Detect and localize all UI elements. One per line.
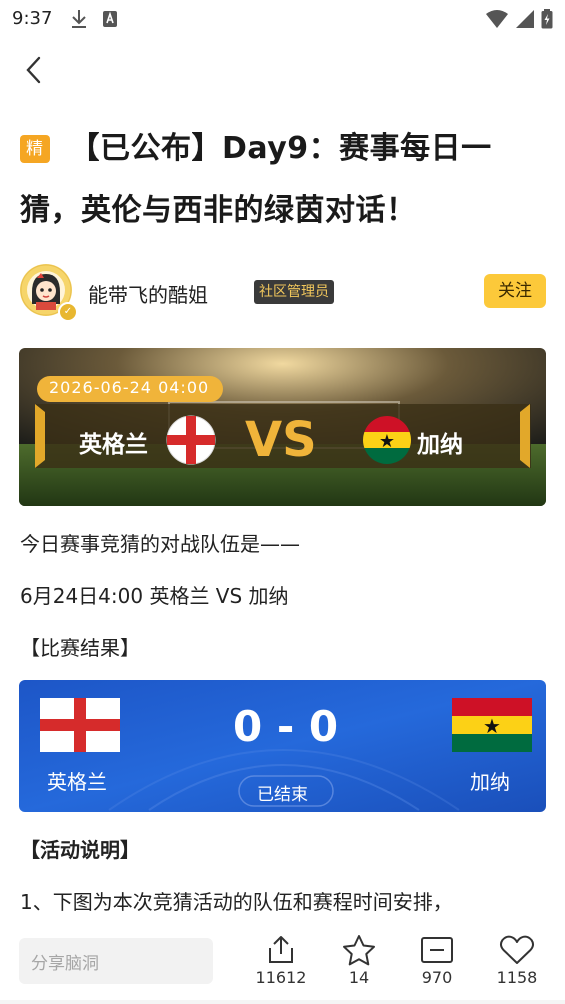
score-value: 0 - 0 xyxy=(233,702,339,751)
featured-badge: 精 xyxy=(20,135,50,163)
download-icon xyxy=(70,9,88,33)
score-card: ★ 英格兰 0 - 0 已结束 加纳 xyxy=(19,680,546,812)
status-bar: 9:37 xyxy=(0,0,565,38)
score-status: 已结束 xyxy=(257,785,308,805)
england-flag-icon xyxy=(166,415,216,465)
post-title-text: 【已公布】Day9：赛事每日一猜，英伦与西非的绿茵对话！ xyxy=(20,131,492,228)
match-banner-image: ★ 2026-06-24 04:00 英格兰 VS 加纳 xyxy=(19,348,546,506)
comment-placeholder: 分享脑洞 xyxy=(31,954,99,974)
comment-count: 970 xyxy=(421,968,453,987)
chevron-left-icon xyxy=(26,56,41,84)
comment-input[interactable]: 分享脑洞 xyxy=(19,938,213,984)
ghana-flag-icon: ★ xyxy=(452,698,532,752)
nav-gesture-area xyxy=(0,1000,565,1004)
app-notification-icon xyxy=(102,10,118,32)
score-team-home: 英格兰 xyxy=(47,770,107,794)
banner-datetime: 2026-06-24 04:00 xyxy=(49,378,210,397)
author-name[interactable]: 能带飞的酷姐 xyxy=(88,279,208,308)
activity-heading: 【活动说明】 xyxy=(20,838,140,862)
result-heading: 【比赛结果】 xyxy=(20,636,140,660)
score-team-away: 加纳 xyxy=(470,770,510,794)
favorite-count: 14 xyxy=(348,968,370,987)
battery-icon xyxy=(541,9,553,33)
banner-vs: VS xyxy=(245,412,317,468)
svg-text:★: ★ xyxy=(379,431,395,452)
star-icon xyxy=(343,935,375,966)
signal-icon xyxy=(515,9,535,33)
bottom-action-bar: 分享脑洞 11612 14 970 1158 xyxy=(0,920,565,1004)
svg-text:★: ★ xyxy=(483,714,501,738)
status-time: 9:37 xyxy=(12,8,53,29)
banner-team-home: 英格兰 xyxy=(79,432,148,458)
verified-icon: ✓ xyxy=(58,302,78,322)
share-icon xyxy=(269,936,293,963)
avatar[interactable]: ✓ xyxy=(20,264,78,322)
back-button[interactable] xyxy=(18,54,48,86)
share-button[interactable]: 11612 xyxy=(246,934,316,987)
like-button[interactable]: 1158 xyxy=(482,934,552,987)
author-row: ✓ 能带飞的酷姐 社区管理员 关注 xyxy=(20,264,546,322)
post-title: 精【已公布】Day9：赛事每日一猜，英伦与西非的绿茵对话！ xyxy=(20,118,550,242)
wifi-icon xyxy=(485,9,509,33)
admin-role-tag: 社区管理员 xyxy=(254,280,334,304)
activity-line-1: 1、下图为本次竞猜活动的队伍和赛程时间安排， xyxy=(20,890,453,914)
follow-button[interactable]: 关注 xyxy=(484,274,546,308)
match-line-text: 6月24日4:00 英格兰 VS 加纳 xyxy=(20,584,289,608)
comment-button[interactable]: 970 xyxy=(402,934,472,987)
ghana-flag-icon: ★ xyxy=(363,416,411,464)
intro-text: 今日赛事竞猜的对战队伍是—— xyxy=(20,532,300,556)
post-title-area: 精【已公布】Day9：赛事每日一猜，英伦与西非的绿茵对话！ xyxy=(20,118,550,242)
heart-icon xyxy=(500,935,534,964)
favorite-button[interactable]: 14 xyxy=(324,934,394,987)
share-count: 11612 xyxy=(255,968,307,987)
like-count: 1158 xyxy=(496,968,538,987)
banner-team-away: 加纳 xyxy=(417,432,463,458)
comment-icon xyxy=(421,937,453,963)
england-flag-icon xyxy=(40,698,120,752)
